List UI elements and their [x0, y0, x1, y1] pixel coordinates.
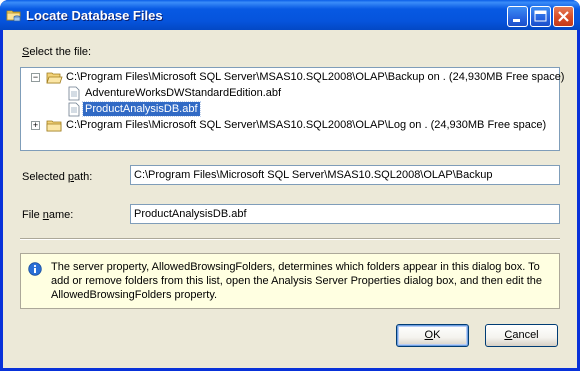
info-panel: The server property, AllowedBrowsingFold… [20, 253, 560, 309]
title-bar[interactable]: Locate Database Files [0, 0, 580, 30]
window-title: Locate Database Files [26, 8, 163, 23]
separator [20, 238, 560, 240]
database-folder-icon [6, 10, 21, 22]
selected-path-label-rest: ath: [74, 171, 93, 183]
close-icon [558, 11, 569, 22]
window-frame-left [0, 30, 3, 371]
file-name-label-prefix: File [22, 209, 43, 221]
select-file-label-rest: elect the file: [29, 46, 92, 58]
tree-node-backup[interactable]: − C:\Program Files\Microsoft SQL Server\… [21, 70, 564, 86]
ok-button-rest: K [433, 329, 441, 341]
maximize-button[interactable] [530, 6, 551, 27]
locate-database-files-dialog: Locate Database Files Select the file: −… [0, 0, 580, 371]
closed-folder-icon [46, 120, 62, 132]
maximize-icon [534, 10, 547, 22]
dialog-body: Select the file: − C:\Program Files\Micr… [3, 30, 577, 368]
ok-button-mnemonic: O [424, 329, 434, 341]
tree-node-label: C:\Program Files\Microsoft SQL Server\MS… [66, 119, 547, 131]
selected-path-label: Selected path: [22, 171, 92, 183]
tree-node-log[interactable]: + C:\Program Files\Microsoft SQL Server\… [21, 118, 559, 134]
ok-button[interactable]: OK [396, 324, 469, 347]
tree-file-label: AdventureWorksDWStandardEdition.abf [85, 87, 282, 99]
select-file-label: Select the file: [22, 46, 91, 58]
file-tree[interactable]: − C:\Program Files\Microsoft SQL Server\… [20, 67, 564, 151]
minimize-icon [513, 19, 520, 22]
cancel-button[interactable]: Cancel [485, 324, 558, 347]
file-icon [68, 86, 80, 101]
info-text: The server property, AllowedBrowsingFold… [51, 261, 542, 301]
expand-toggle[interactable]: + [31, 121, 40, 130]
collapse-toggle[interactable]: − [31, 73, 40, 82]
minimize-button[interactable] [507, 6, 528, 27]
file-name-label-rest: ame: [48, 209, 74, 221]
tree-file-label-selected: ProductAnalysisDB.abf [82, 101, 201, 117]
file-name-label: File name: [22, 209, 73, 221]
cancel-button-rest: ancel [512, 329, 539, 341]
open-folder-icon [46, 72, 63, 84]
close-button[interactable] [553, 6, 574, 27]
tree-node-label: C:\Program Files\Microsoft SQL Server\MS… [66, 71, 565, 83]
tree-file-adventureworks[interactable]: AdventureWorksDWStandardEdition.abf [21, 86, 559, 102]
selected-path-label-prefix: Selected [22, 171, 68, 183]
selected-path-field[interactable]: C:\Program Files\Microsoft SQL Server\MS… [130, 165, 560, 185]
file-name-field[interactable]: ProductAnalysisDB.abf [130, 204, 560, 224]
info-icon [28, 262, 42, 276]
tree-file-productanalysis[interactable]: ProductAnalysisDB.abf [21, 101, 559, 118]
file-icon [68, 102, 80, 117]
